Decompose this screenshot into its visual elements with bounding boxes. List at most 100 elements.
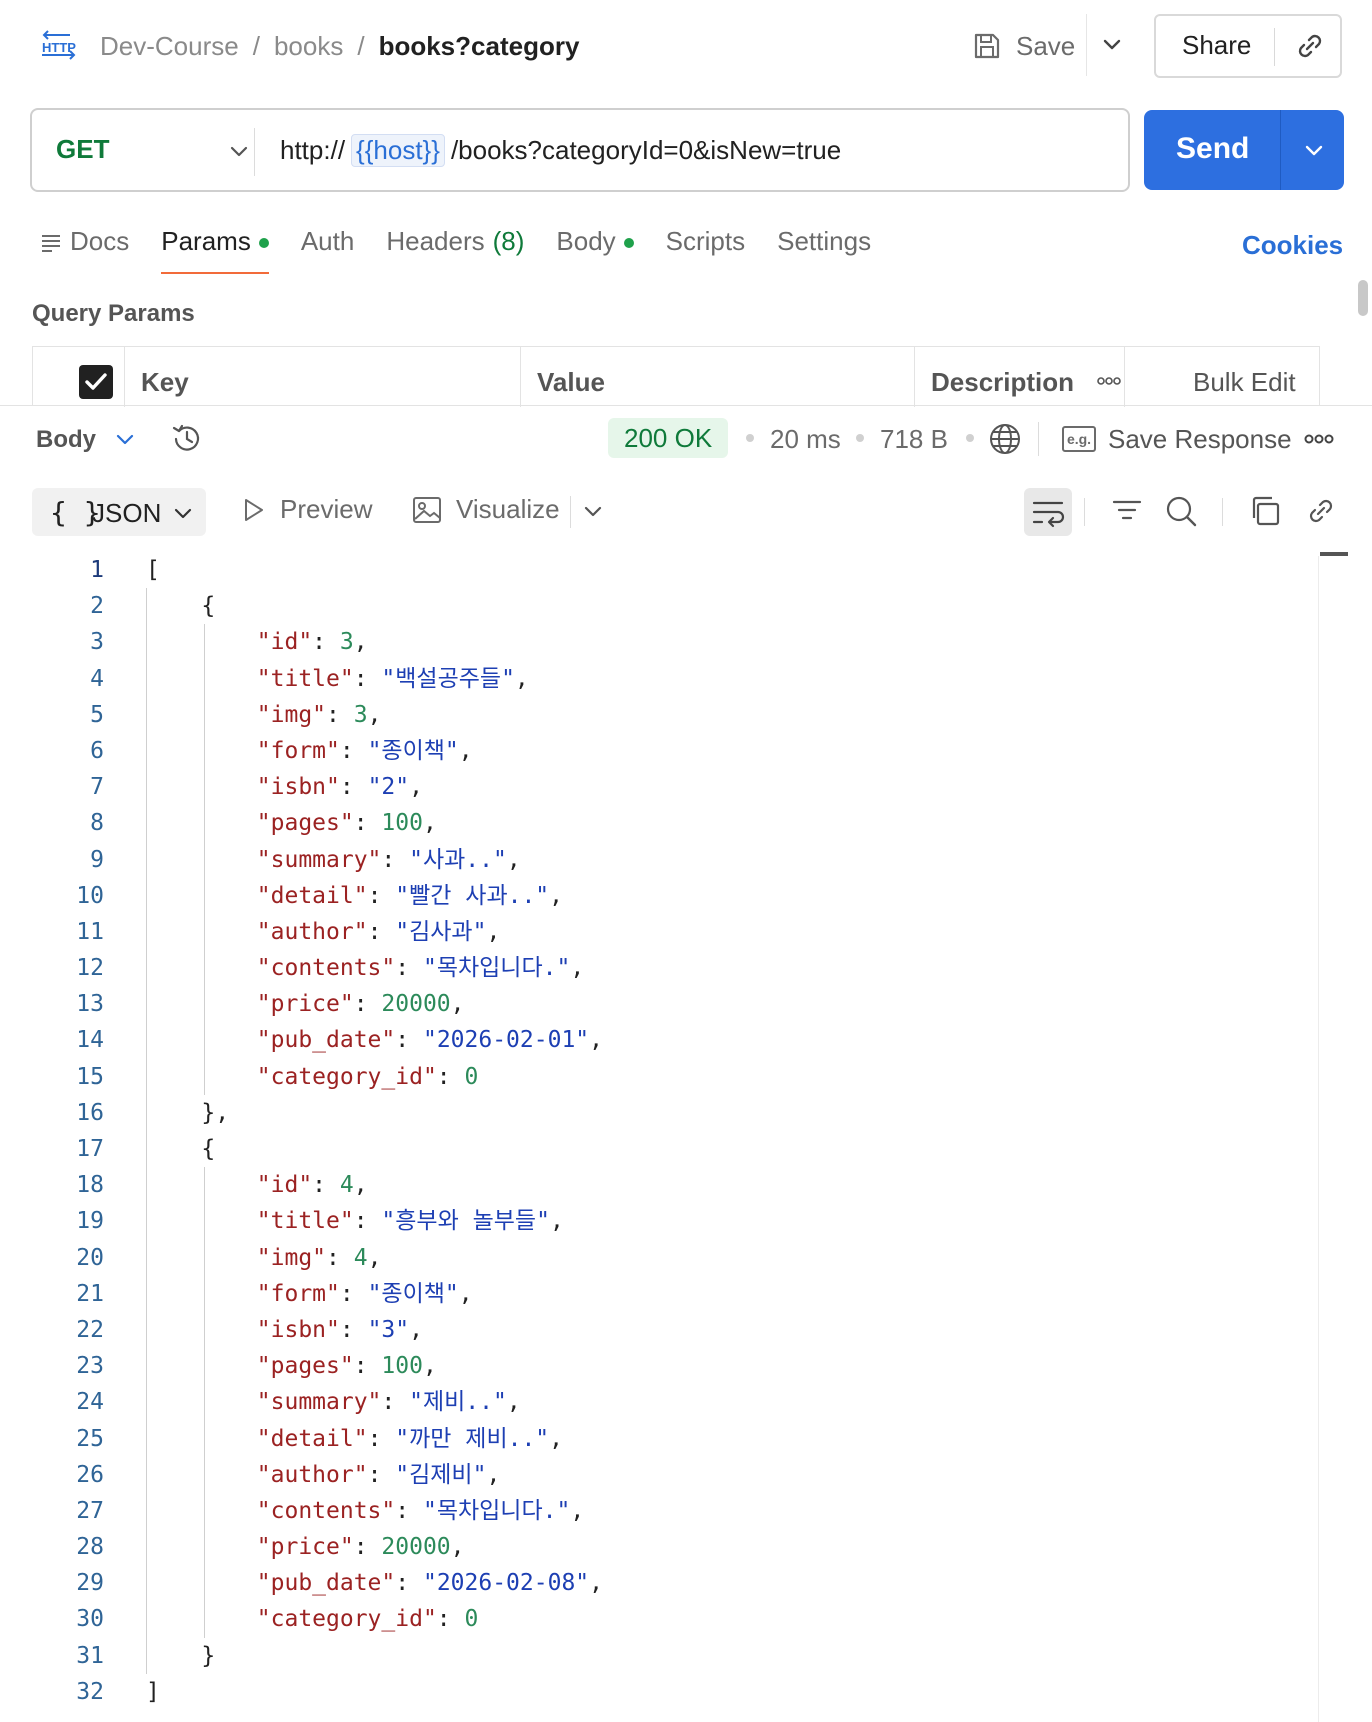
code-line: 24 "summary": "제비..", [0,1384,1310,1420]
send-options-chevron-icon[interactable] [1302,138,1326,162]
json-key: "isbn" [256,1316,340,1343]
json-string: "제비.." [409,1389,507,1416]
json-string: "흥부와 놀부들" [381,1208,550,1235]
more-options-icon[interactable] [1304,434,1334,444]
code-text: "contents": "목차입니다.", [146,1493,584,1529]
response-time[interactable]: 20 ms [770,424,841,455]
request-tabs: Docs Params Auth Headers (8) Body Script… [40,226,903,274]
visualize-button[interactable]: Visualize [412,494,560,525]
json-punctuation [146,1172,257,1198]
method-select[interactable]: GET [56,134,109,165]
minimap-indicator[interactable] [1320,552,1348,556]
json-punctuation [146,810,257,836]
json-number: 100 [381,1353,423,1380]
tab-params[interactable]: Params [161,226,269,274]
json-punctuation [146,919,257,945]
format-select[interactable]: { } JSON [32,488,206,536]
json-punctuation [146,991,257,1017]
url-variable[interactable]: {{host}} [351,134,445,167]
code-text: "contents": "목차입니다.", [146,950,584,986]
json-string: "목차입니다." [422,1497,571,1524]
tab-label: Auth [300,226,355,256]
tab-scripts[interactable]: Scripts [666,226,745,274]
divider [254,128,255,176]
select-all-cell [33,347,125,407]
response-size[interactable]: 718 B [880,424,948,455]
send-button[interactable]: Send [1176,132,1249,166]
chevron-down-icon[interactable] [114,428,136,450]
save-options-chevron-icon[interactable] [1100,32,1124,56]
code-text: "form": "종이책", [146,1276,473,1312]
code-text: "pages": 100, [146,805,437,841]
code-text: ] [146,1674,160,1710]
chevron-down-icon[interactable] [228,140,250,162]
chevron-down-icon[interactable] [582,500,604,522]
line-number: 1 [90,557,104,583]
tab-label: Headers [386,226,485,256]
tab-auth[interactable]: Auth [301,226,355,274]
cookies-link[interactable]: Cookies [1242,230,1343,261]
request-name[interactable]: books?category [379,31,580,61]
save-response-button[interactable]: Save Response [1108,424,1292,455]
tab-settings[interactable]: Settings [777,226,871,274]
json-punctuation: , [409,774,423,801]
tab-label: Docs [70,226,130,256]
line-number: 9 [90,846,104,873]
docs-icon [42,235,60,252]
copy-icon[interactable] [1248,494,1282,528]
json-string: "김제비" [395,1461,487,1488]
json-punctuation: : [312,1172,340,1199]
column-header-value: Value [521,347,915,407]
response-pane-divider[interactable] [0,405,1372,406]
line-number: 27 [76,1497,104,1524]
copy-link-icon[interactable] [1294,30,1326,62]
filter-icon[interactable] [1110,494,1144,528]
share-button[interactable]: Share [1182,30,1251,61]
response-json-editor[interactable]: 1[2 {3 "id": 3, 4 "title": "백설공주들", 5 "img… [0,552,1310,1710]
link-icon[interactable] [1304,494,1338,528]
globe-icon[interactable] [988,422,1022,456]
code-text: { [146,588,215,624]
json-punctuation: , [450,1534,465,1561]
json-punctuation [146,1606,257,1632]
play-icon [245,498,263,521]
editor-gutter-rule [1318,556,1319,1722]
breadcrumb-collection[interactable]: Dev-Course [100,31,239,61]
json-punctuation: : [395,1027,423,1054]
json-punctuation [146,1534,257,1560]
json-key: "id" [256,629,313,656]
tab-body[interactable]: Body [556,226,634,274]
code-line: 2 { [0,588,1310,624]
more-options-icon[interactable] [1097,377,1121,385]
json-key: "detail" [256,882,368,909]
url-input[interactable]: http://{{host}}/books?categoryId=0&isNew… [280,134,841,167]
save-button[interactable]: Save [972,26,1075,66]
line-number: 14 [76,1027,104,1054]
tab-headers[interactable]: Headers (8) [386,226,524,274]
json-punctuation: : [395,955,423,982]
code-text: "title": "흥부와 놀부들", [146,1203,564,1239]
json-punctuation: , [458,737,473,764]
line-number: 3 [90,629,104,656]
json-punctuation: , [353,1172,368,1199]
share-button-group: Share [1154,14,1342,78]
preview-button[interactable]: Preview [240,494,372,525]
separator-dot [746,434,754,442]
select-all-checkbox[interactable] [79,365,113,399]
json-punctuation: , [422,810,437,837]
scrollbar[interactable] [1358,280,1368,316]
tab-docs[interactable]: Docs [40,226,129,274]
json-punctuation: : [353,810,382,837]
search-icon[interactable] [1164,494,1198,528]
history-icon[interactable] [170,422,204,456]
response-section-select[interactable]: Body [36,426,96,454]
status-badge[interactable]: 200 OK [608,418,729,458]
breadcrumb-folder[interactable]: books [274,31,343,61]
code-line: 23 "pages": 100, [0,1348,1310,1384]
code-text: "pub_date": "2026-02-01", [146,1022,603,1058]
code-line: 27 "contents": "목차입니다.", [0,1493,1310,1529]
json-punctuation: : [339,737,368,764]
bulk-edit-button[interactable]: Bulk Edit [1193,367,1296,398]
image-icon [413,496,441,523]
word-wrap-toggle[interactable] [1024,488,1072,536]
